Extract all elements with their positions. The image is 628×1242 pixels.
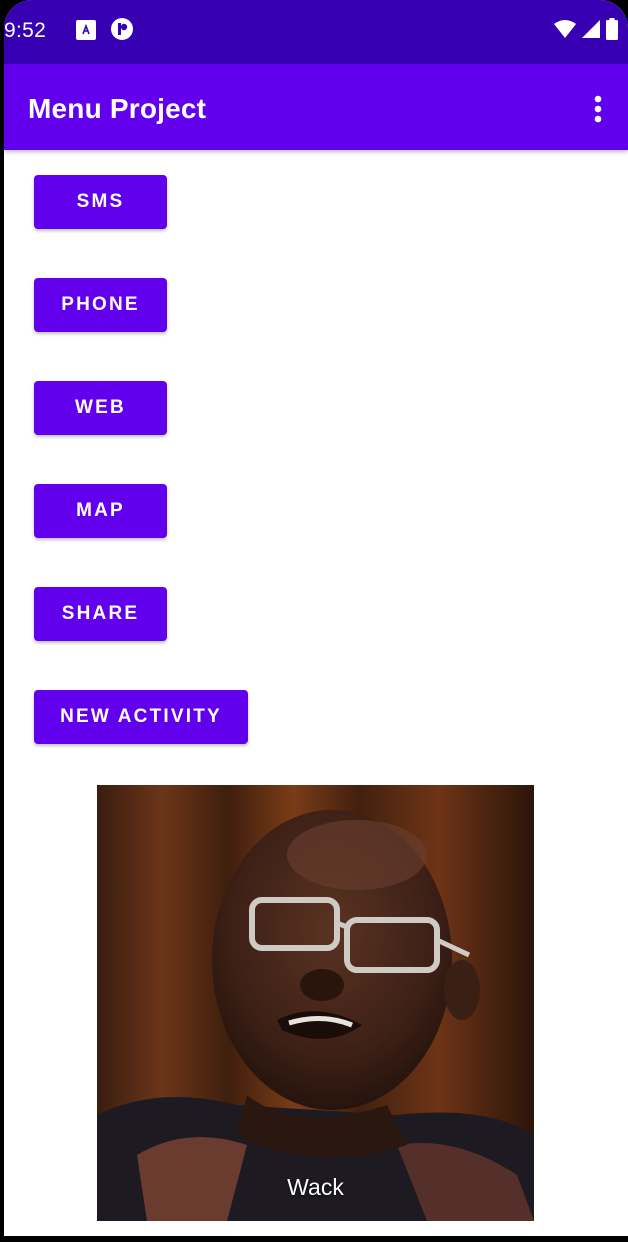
web-button[interactable]: WEB (34, 381, 167, 435)
image-caption: Wack (287, 1174, 344, 1200)
battery-icon (606, 17, 618, 45)
signal-icon (582, 19, 600, 43)
meme-image: Wack (97, 785, 534, 1221)
phone-button[interactable]: PHONE (34, 278, 167, 332)
notification-a-icon (76, 20, 96, 40)
notification-p-icon (110, 17, 134, 41)
app-screen: 9:52 Menu Project SMS PHONE WEB MAP SHAR… (4, 0, 628, 1236)
device-frame: 9:52 Menu Project SMS PHONE WEB MAP SHAR… (0, 0, 628, 1242)
more-vert-icon[interactable] (582, 89, 614, 129)
status-icons (554, 17, 618, 45)
status-time: 9:52 (4, 19, 47, 42)
app-title: Menu Project (28, 93, 207, 124)
wifi-icon (554, 19, 576, 43)
new-activity-button[interactable]: NEW ACTIVITY (34, 690, 248, 744)
status-bar: 9:52 (4, 0, 628, 64)
app-bar: Menu Project (4, 64, 628, 150)
share-button[interactable]: SHARE (34, 587, 167, 641)
sms-button[interactable]: SMS (34, 175, 167, 229)
map-button[interactable]: MAP (34, 484, 167, 538)
